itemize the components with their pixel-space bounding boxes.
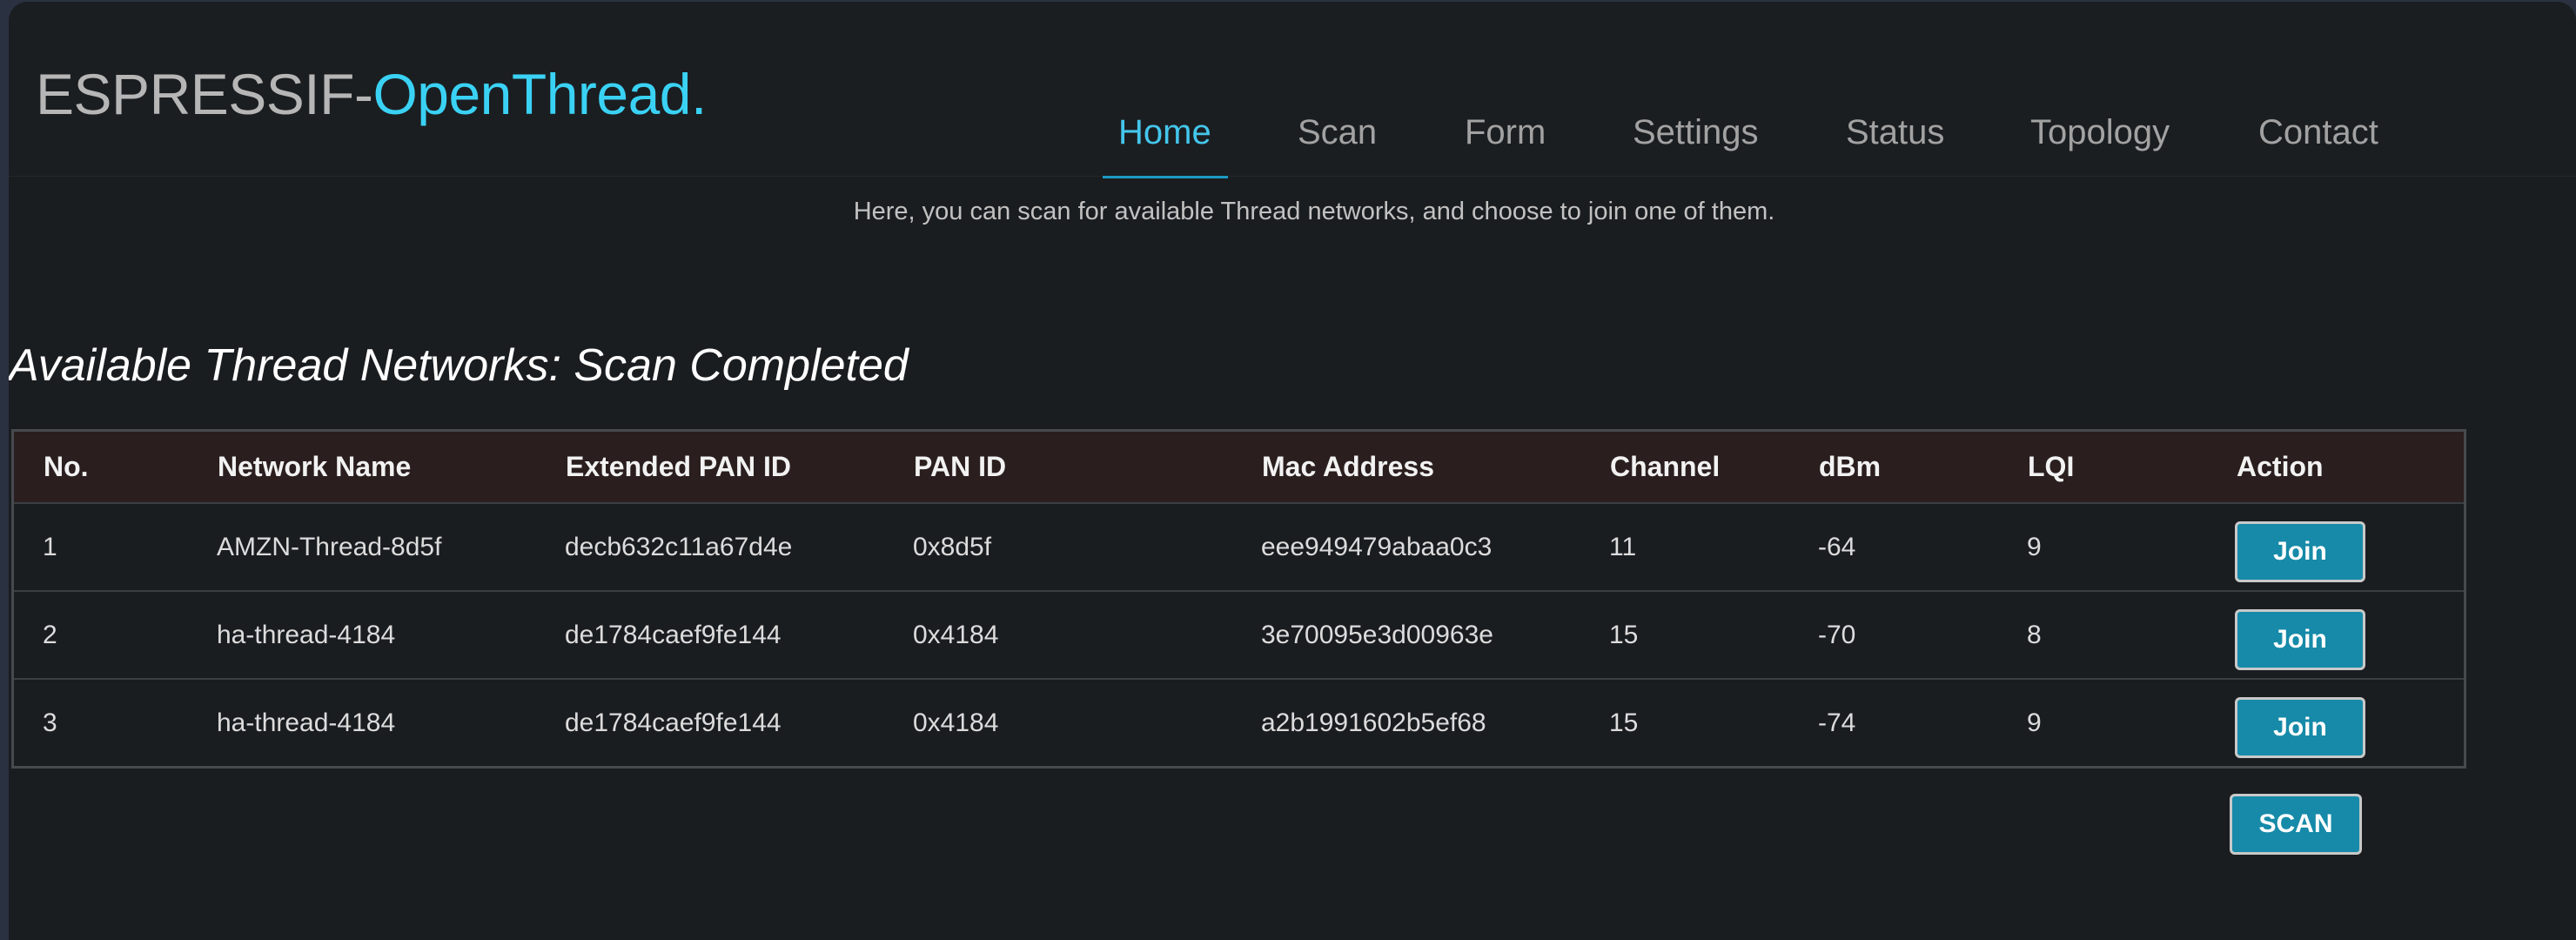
cell-pan-id: 0x4184: [913, 620, 999, 649]
cell-channel: 11: [1609, 532, 1637, 561]
header-pan-id: PAN ID: [914, 451, 1007, 482]
cell-pan-id: 0x4184: [913, 708, 999, 737]
cell-extended-pan-id: decb632c11a67d4e: [565, 532, 793, 561]
nav-active-indicator: [1103, 176, 1228, 178]
cell-dbm: -70: [1818, 620, 1856, 649]
table-row: 1 AMZN-Thread-8d5f decb632c11a67d4e 0x8d…: [14, 502, 2464, 590]
page-description: Here, you can scan for available Thread …: [853, 198, 1775, 225]
join-button[interactable]: Join: [2235, 608, 2365, 670]
cell-network-name: AMZN-Thread-8d5f: [217, 532, 442, 561]
header-extended-pan-id: Extended PAN ID: [566, 451, 791, 482]
cell-mac-address: 3e70095e3d00963e: [1261, 620, 1493, 649]
cell-extended-pan-id: de1784caef9fe144: [565, 620, 782, 649]
table-header-row: No. Network Name Extended PAN ID PAN ID …: [14, 432, 2464, 502]
nav-status[interactable]: Status: [1846, 106, 1944, 158]
cell-dbm: -74: [1818, 708, 1856, 737]
cell-network-name: ha-thread-4184: [217, 620, 396, 649]
cell-mac-address: eee949479abaa0c3: [1261, 532, 1493, 561]
header-action: Action: [2237, 451, 2324, 482]
nav-topology[interactable]: Topology: [2030, 106, 2170, 158]
header-mac-address: Mac Address: [1262, 451, 1434, 482]
header-dbm: dBm: [1819, 451, 1882, 482]
cell-action: Join: [2235, 504, 2365, 590]
cell-network-name: ha-thread-4184: [217, 708, 396, 737]
scan-button[interactable]: SCAN: [2230, 794, 2362, 855]
cell-action: Join: [2235, 592, 2365, 678]
cell-no: 3: [43, 708, 57, 737]
cell-no: 2: [43, 620, 57, 649]
cell-dbm: -64: [1818, 532, 1856, 561]
table-row: 2 ha-thread-4184 de1784caef9fe144 0x4184…: [14, 590, 2464, 678]
nav-scan[interactable]: Scan: [1298, 106, 1377, 158]
cell-extended-pan-id: de1784caef9fe144: [565, 708, 782, 737]
header-no: No.: [44, 451, 89, 482]
nav-contact[interactable]: Contact: [2258, 106, 2378, 158]
cell-lqi: 9: [2027, 532, 2042, 561]
cell-action: Join: [2235, 680, 2365, 766]
browser-page: ESPRESSIF-OpenThread. Home Scan Form Set…: [9, 2, 2576, 940]
table-row: 3 ha-thread-4184 de1784caef9fe144 0x4184…: [14, 678, 2464, 766]
cell-mac-address: a2b1991602b5ef68: [1261, 708, 1486, 737]
main-nav: Home Scan Form Settings Status Topology …: [9, 106, 2576, 158]
nav-home[interactable]: Home: [1118, 106, 1211, 158]
page-title: Available Thread Networks: Scan Complete…: [9, 340, 909, 391]
cell-pan-id: 0x8d5f: [913, 532, 992, 561]
header-channel: Channel: [1610, 451, 1721, 482]
join-button[interactable]: Join: [2235, 696, 2365, 758]
networks-table: No. Network Name Extended PAN ID PAN ID …: [11, 429, 2466, 769]
cell-no: 1: [43, 532, 57, 561]
site-header: ESPRESSIF-OpenThread. Home Scan Form Set…: [9, 2, 2576, 178]
join-button[interactable]: Join: [2235, 520, 2365, 582]
cell-lqi: 9: [2027, 708, 2042, 737]
cell-channel: 15: [1609, 620, 1639, 649]
nav-settings[interactable]: Settings: [1633, 106, 1759, 158]
cell-channel: 15: [1609, 708, 1639, 737]
header-network-name: Network Name: [218, 451, 412, 482]
header-lqi: LQI: [2028, 451, 2075, 482]
nav-form[interactable]: Form: [1465, 106, 1546, 158]
cell-lqi: 8: [2027, 620, 2042, 649]
